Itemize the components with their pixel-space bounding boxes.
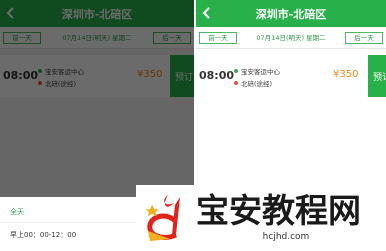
date-bar: 前一天 07月14日(明天) 星期二 后一天 (196, 27, 386, 49)
trip-row[interactable]: 08:00 宝安客运中心 北碚(途经) ¥350 预订 (196, 55, 386, 97)
watermark: 宝安教程网 hcjhd.com (136, 185, 386, 251)
origin-dot-icon (234, 69, 238, 73)
watermark-url: hcjhd.com (262, 232, 310, 242)
departure-time: 08:00 (199, 69, 235, 82)
site-logo-icon (145, 195, 180, 241)
header-bar: 深圳市-北碚区 (196, 0, 386, 27)
origin-label: 宝安客运中心 (241, 68, 280, 76)
filter-option-all-day[interactable]: 全天 (10, 207, 24, 217)
page-title: 深圳市-北碚区 (255, 7, 327, 21)
destination-dot-icon (234, 81, 238, 85)
filter-option-morning[interactable]: 早上00：00-12：00 (10, 230, 76, 240)
back-arrow-icon[interactable] (200, 0, 216, 27)
ticket-price: ¥350 (333, 69, 359, 80)
origin-stop: 宝安客运中心 (234, 66, 280, 76)
watermark-title: 宝安教程网 (196, 191, 361, 230)
destination-stop: 北碚(途经) (234, 78, 272, 88)
next-day-button[interactable]: 后一天 (345, 32, 383, 44)
book-button[interactable]: 预订 (368, 55, 386, 97)
destination-label: 北碚(途经) (241, 80, 273, 88)
